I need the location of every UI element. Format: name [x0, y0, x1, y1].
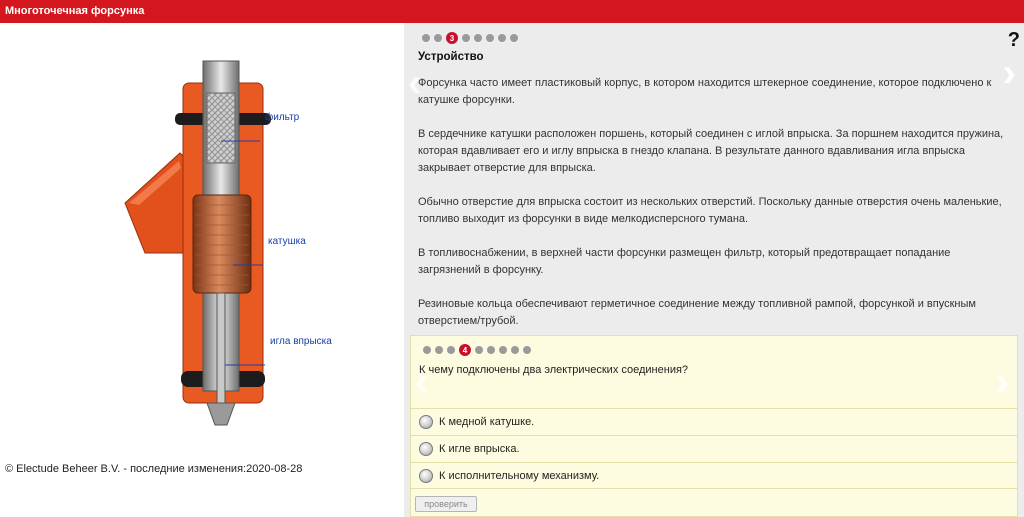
answer-label: К медной катушке.	[439, 416, 535, 428]
info-paragraph: Форсунка часто имеет пластиковый корпус,…	[418, 77, 992, 106]
pagination-dot[interactable]	[511, 346, 519, 354]
chevron-right-icon[interactable]: ›	[996, 362, 1009, 402]
quiz-question: К чему подключены два электрических соед…	[419, 364, 689, 376]
page-title: Многоточечная форсунка	[5, 5, 145, 17]
radio-icon[interactable]	[419, 468, 433, 483]
pagination-dot[interactable]	[447, 346, 455, 354]
title-bar: Многоточечная форсунка	[0, 0, 1024, 23]
pagination-dot[interactable]	[423, 346, 431, 354]
callout-filter: фильтр	[265, 112, 300, 123]
info-paragraph: Обычно отверстие для впрыска состоит из …	[418, 196, 1002, 225]
pagination-dot[interactable]	[498, 34, 506, 42]
answer-label: К игле впрыска.	[439, 443, 520, 455]
pagination-dot[interactable]	[523, 346, 531, 354]
quiz-pagination: 4	[423, 344, 531, 356]
check-button[interactable]: проверить	[415, 496, 477, 512]
pagination-dot-current[interactable]: 4	[459, 344, 471, 356]
pagination-dot[interactable]	[462, 34, 470, 42]
callout-coil: катушка	[268, 236, 306, 247]
pagination-dot[interactable]	[475, 346, 483, 354]
pagination-dot[interactable]	[474, 34, 482, 42]
answer-label: К исполнительному механизму.	[439, 469, 600, 482]
pagination-dot-current[interactable]: 3	[446, 32, 458, 44]
info-body: Форсунка часто имеет пластиковый корпус,…	[418, 75, 1014, 347]
callout-needle: игла впрыска	[270, 336, 332, 347]
help-icon[interactable]: ?	[1008, 29, 1020, 52]
answer-options: К медной катушке. К игле впрыска. К испо…	[411, 408, 1017, 489]
info-pagination: 3	[422, 32, 518, 44]
answer-option[interactable]: К медной катушке.	[411, 408, 1017, 435]
quiz-panel: 4 ‹ › К чему подключены два электрически…	[410, 335, 1018, 517]
answer-option[interactable]: К игле впрыска.	[411, 435, 1017, 462]
pagination-dot[interactable]	[434, 34, 442, 42]
section-title: Устройство	[418, 51, 484, 63]
info-paragraph: В топливоснабжении, в верхней части форс…	[418, 247, 951, 276]
answer-option[interactable]: К исполнительному механизму.	[411, 462, 1017, 489]
pagination-dot[interactable]	[487, 346, 495, 354]
info-paragraph: Резиновые кольца обеспечивают герметично…	[418, 298, 976, 327]
pagination-dot[interactable]	[486, 34, 494, 42]
radio-icon[interactable]	[419, 442, 433, 456]
pagination-dot[interactable]	[435, 346, 443, 354]
content-panel: 3 ? ‹ › Устройство Форсунка часто имеет …	[404, 23, 1024, 517]
copyright-text: © Electude Beheer B.V. - последние измен…	[5, 463, 303, 475]
info-paragraph: В сердечнике катушки расположен поршень,…	[418, 128, 1004, 174]
radio-icon[interactable]	[419, 415, 433, 429]
pagination-dot[interactable]	[499, 346, 507, 354]
pagination-dot[interactable]	[422, 34, 430, 42]
illustration-panel: фильтр катушка игла впрыска © Electude B…	[0, 23, 404, 517]
pagination-dot[interactable]	[510, 34, 518, 42]
